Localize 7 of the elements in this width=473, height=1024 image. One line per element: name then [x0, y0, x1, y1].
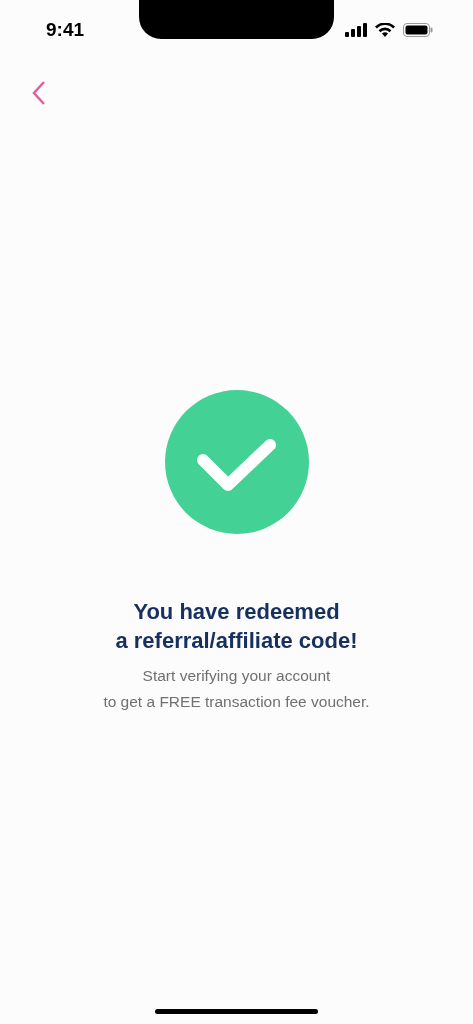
wifi-icon	[375, 23, 395, 37]
success-title: You have redeemed a referral/affiliate code!	[114, 598, 359, 655]
signal-icon	[345, 23, 367, 37]
success-message: Start verifying your account to get a FREE transaction fee voucher.	[102, 666, 371, 712]
status-time: 9:41	[46, 17, 85, 42]
checkmark-icon	[164, 390, 309, 534]
battery-icon	[403, 23, 433, 37]
